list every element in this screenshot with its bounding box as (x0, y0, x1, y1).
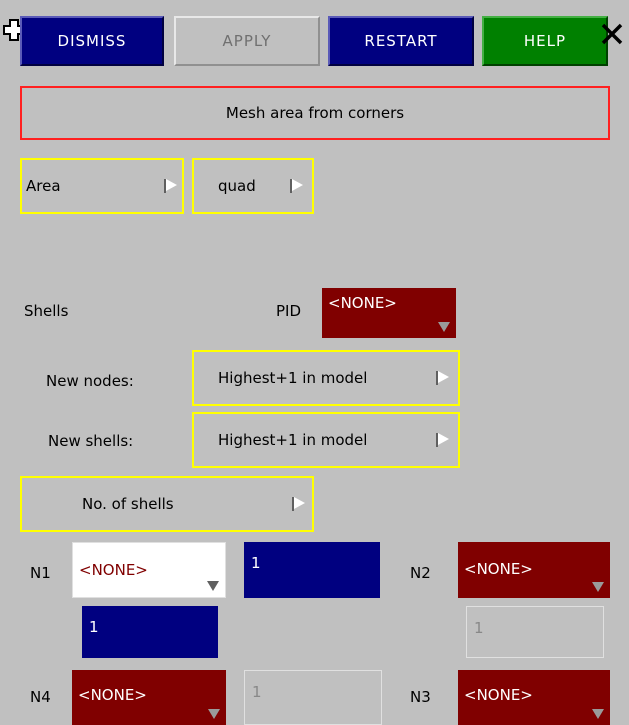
area-label: Area (26, 177, 61, 195)
new-nodes-label: New nodes: (46, 372, 134, 390)
n4-n3-count-value: 1 (252, 683, 262, 701)
n1-n4-count-value: 1 (89, 618, 99, 636)
flag-icon (290, 179, 303, 193)
no-of-shells-selector[interactable]: No. of shells (20, 476, 314, 532)
element-type-label: quad (218, 177, 256, 195)
close-icon[interactable] (600, 22, 624, 46)
n3-label: N3 (410, 688, 431, 706)
n3-value: <NONE> (464, 686, 533, 704)
element-type-selector[interactable]: quad (192, 158, 314, 214)
flag-icon (436, 371, 449, 385)
flag-icon (292, 497, 305, 511)
restart-button[interactable]: RESTART (328, 16, 474, 66)
restart-label: RESTART (364, 32, 438, 50)
no-of-shells-label: No. of shells (82, 495, 174, 513)
n1-n2-count-input[interactable]: 1 (244, 542, 380, 598)
pid-dropdown[interactable]: <NONE> (322, 288, 456, 338)
new-nodes-value: Highest+1 in model (218, 369, 368, 387)
n2-dropdown[interactable]: <NONE> (458, 542, 610, 598)
help-label: HELP (523, 32, 567, 50)
pid-label: PID (276, 302, 302, 320)
n2-n3-count-input: 1 (466, 606, 604, 658)
apply-label: APPLY (222, 32, 272, 50)
n2-label: N2 (410, 564, 431, 582)
new-shells-selector[interactable]: Highest+1 in model (192, 412, 460, 468)
panel-title-text: Mesh area from corners (225, 104, 405, 122)
n4-dropdown[interactable]: <NONE> (72, 670, 226, 725)
n4-n3-count-input: 1 (244, 670, 382, 725)
pid-value: <NONE> (328, 294, 397, 312)
n1-label: N1 (30, 564, 51, 582)
n2-n3-count-value: 1 (474, 619, 484, 637)
n4-label: N4 (30, 688, 51, 706)
dismiss-button[interactable]: DISMISS (20, 16, 164, 66)
n3-dropdown[interactable]: <NONE> (458, 670, 610, 725)
area-selector[interactable]: Area (20, 158, 184, 214)
dropdown-arrow-icon (592, 709, 604, 719)
dropdown-arrow-icon (438, 322, 450, 332)
help-button[interactable]: HELP (482, 16, 608, 66)
dropdown-arrow-icon (592, 582, 604, 592)
n1-n2-count-value: 1 (251, 554, 261, 572)
apply-button[interactable]: APPLY (174, 16, 320, 66)
shells-label: Shells (24, 302, 69, 320)
dropdown-arrow-icon (207, 581, 219, 591)
flag-icon (436, 433, 449, 447)
n1-dropdown[interactable]: <NONE> (72, 542, 226, 598)
dropdown-arrow-icon (208, 709, 220, 719)
dismiss-label: DISMISS (57, 32, 127, 50)
n1-value: <NONE> (79, 561, 148, 579)
n4-value: <NONE> (78, 686, 147, 704)
n1-n4-count-input[interactable]: 1 (82, 606, 218, 658)
flag-icon (164, 179, 177, 193)
new-shells-label: New shells: (48, 432, 134, 450)
panel-title: Mesh area from corners (20, 86, 610, 140)
new-shells-value: Highest+1 in model (218, 431, 368, 449)
new-nodes-selector[interactable]: Highest+1 in model (192, 350, 460, 406)
n2-value: <NONE> (464, 560, 533, 578)
